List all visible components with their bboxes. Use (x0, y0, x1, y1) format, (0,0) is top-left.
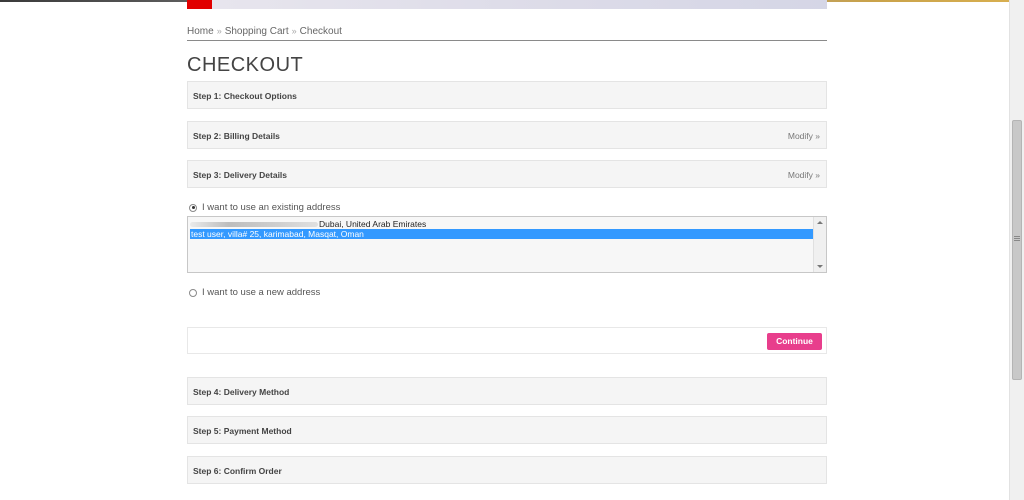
step-payment-method[interactable]: Step 5: Payment Method (187, 416, 827, 444)
new-address-label[interactable]: I want to use a new address (202, 287, 320, 298)
address-option-selected[interactable]: test user, villa# 25, karimabad, Masqat,… (190, 229, 815, 239)
address-select-list[interactable]: Dubai, United Arab Emirates test user, v… (187, 216, 827, 273)
step-title: Step 5: Payment Method (193, 426, 292, 436)
address-option-text: Dubai, United Arab Emirates (319, 219, 427, 229)
existing-address-option[interactable]: I want to use an existing address (189, 202, 340, 213)
modify-delivery-link[interactable]: Modify » (788, 170, 820, 180)
step-title: Step 3: Delivery Details (193, 170, 288, 180)
existing-address-radio[interactable] (189, 203, 197, 212)
scrollbar-thumb[interactable] (1012, 120, 1022, 380)
step-checkout-options[interactable]: Step 1: Checkout Options (187, 81, 827, 109)
address-option[interactable]: Dubai, United Arab Emirates (190, 219, 814, 229)
header-banner (187, 0, 827, 9)
breadcrumb-home-link[interactable]: Home (187, 26, 214, 37)
redacted-text (190, 222, 318, 228)
scroll-up-arrow-icon[interactable] (817, 221, 823, 224)
breadcrumb-cart-link[interactable]: Shopping Cart (225, 26, 289, 37)
step-title: Step 2: Billing Details (193, 131, 280, 141)
step-title: Step 1: Checkout Options (193, 91, 297, 101)
page-title: CHECKOUT (187, 54, 304, 76)
scroll-down-arrow-icon[interactable] (817, 265, 823, 268)
modify-billing-link[interactable]: Modify » (788, 131, 820, 141)
breadcrumb-separator: » (216, 26, 222, 36)
address-list-scrollbar[interactable] (813, 217, 826, 272)
page-scrollbar[interactable] (1009, 0, 1024, 500)
step-billing-details[interactable]: Step 2: Billing Details Modify » (187, 121, 827, 149)
step-delivery-details[interactable]: Step 3: Delivery Details Modify » (187, 160, 827, 188)
step-title: Step 6: Confirm Order (193, 466, 282, 476)
step-confirm-order[interactable]: Step 6: Confirm Order (187, 456, 827, 484)
breadcrumb-separator: » (291, 26, 297, 36)
continue-panel: Continue (187, 327, 827, 354)
breadcrumb: Home» Shopping Cart» Checkout (187, 26, 827, 41)
step-title: Step 4: Delivery Method (193, 387, 290, 397)
scrollbar-grip-icon (1014, 236, 1020, 237)
step-delivery-method[interactable]: Step 4: Delivery Method (187, 377, 827, 405)
continue-button[interactable]: Continue (767, 333, 822, 350)
breadcrumb-checkout-link[interactable]: Checkout (300, 26, 342, 37)
new-address-radio[interactable] (189, 288, 197, 297)
new-address-option[interactable]: I want to use a new address (189, 287, 320, 298)
existing-address-label[interactable]: I want to use an existing address (202, 202, 340, 213)
header-banner-accent (187, 0, 212, 9)
